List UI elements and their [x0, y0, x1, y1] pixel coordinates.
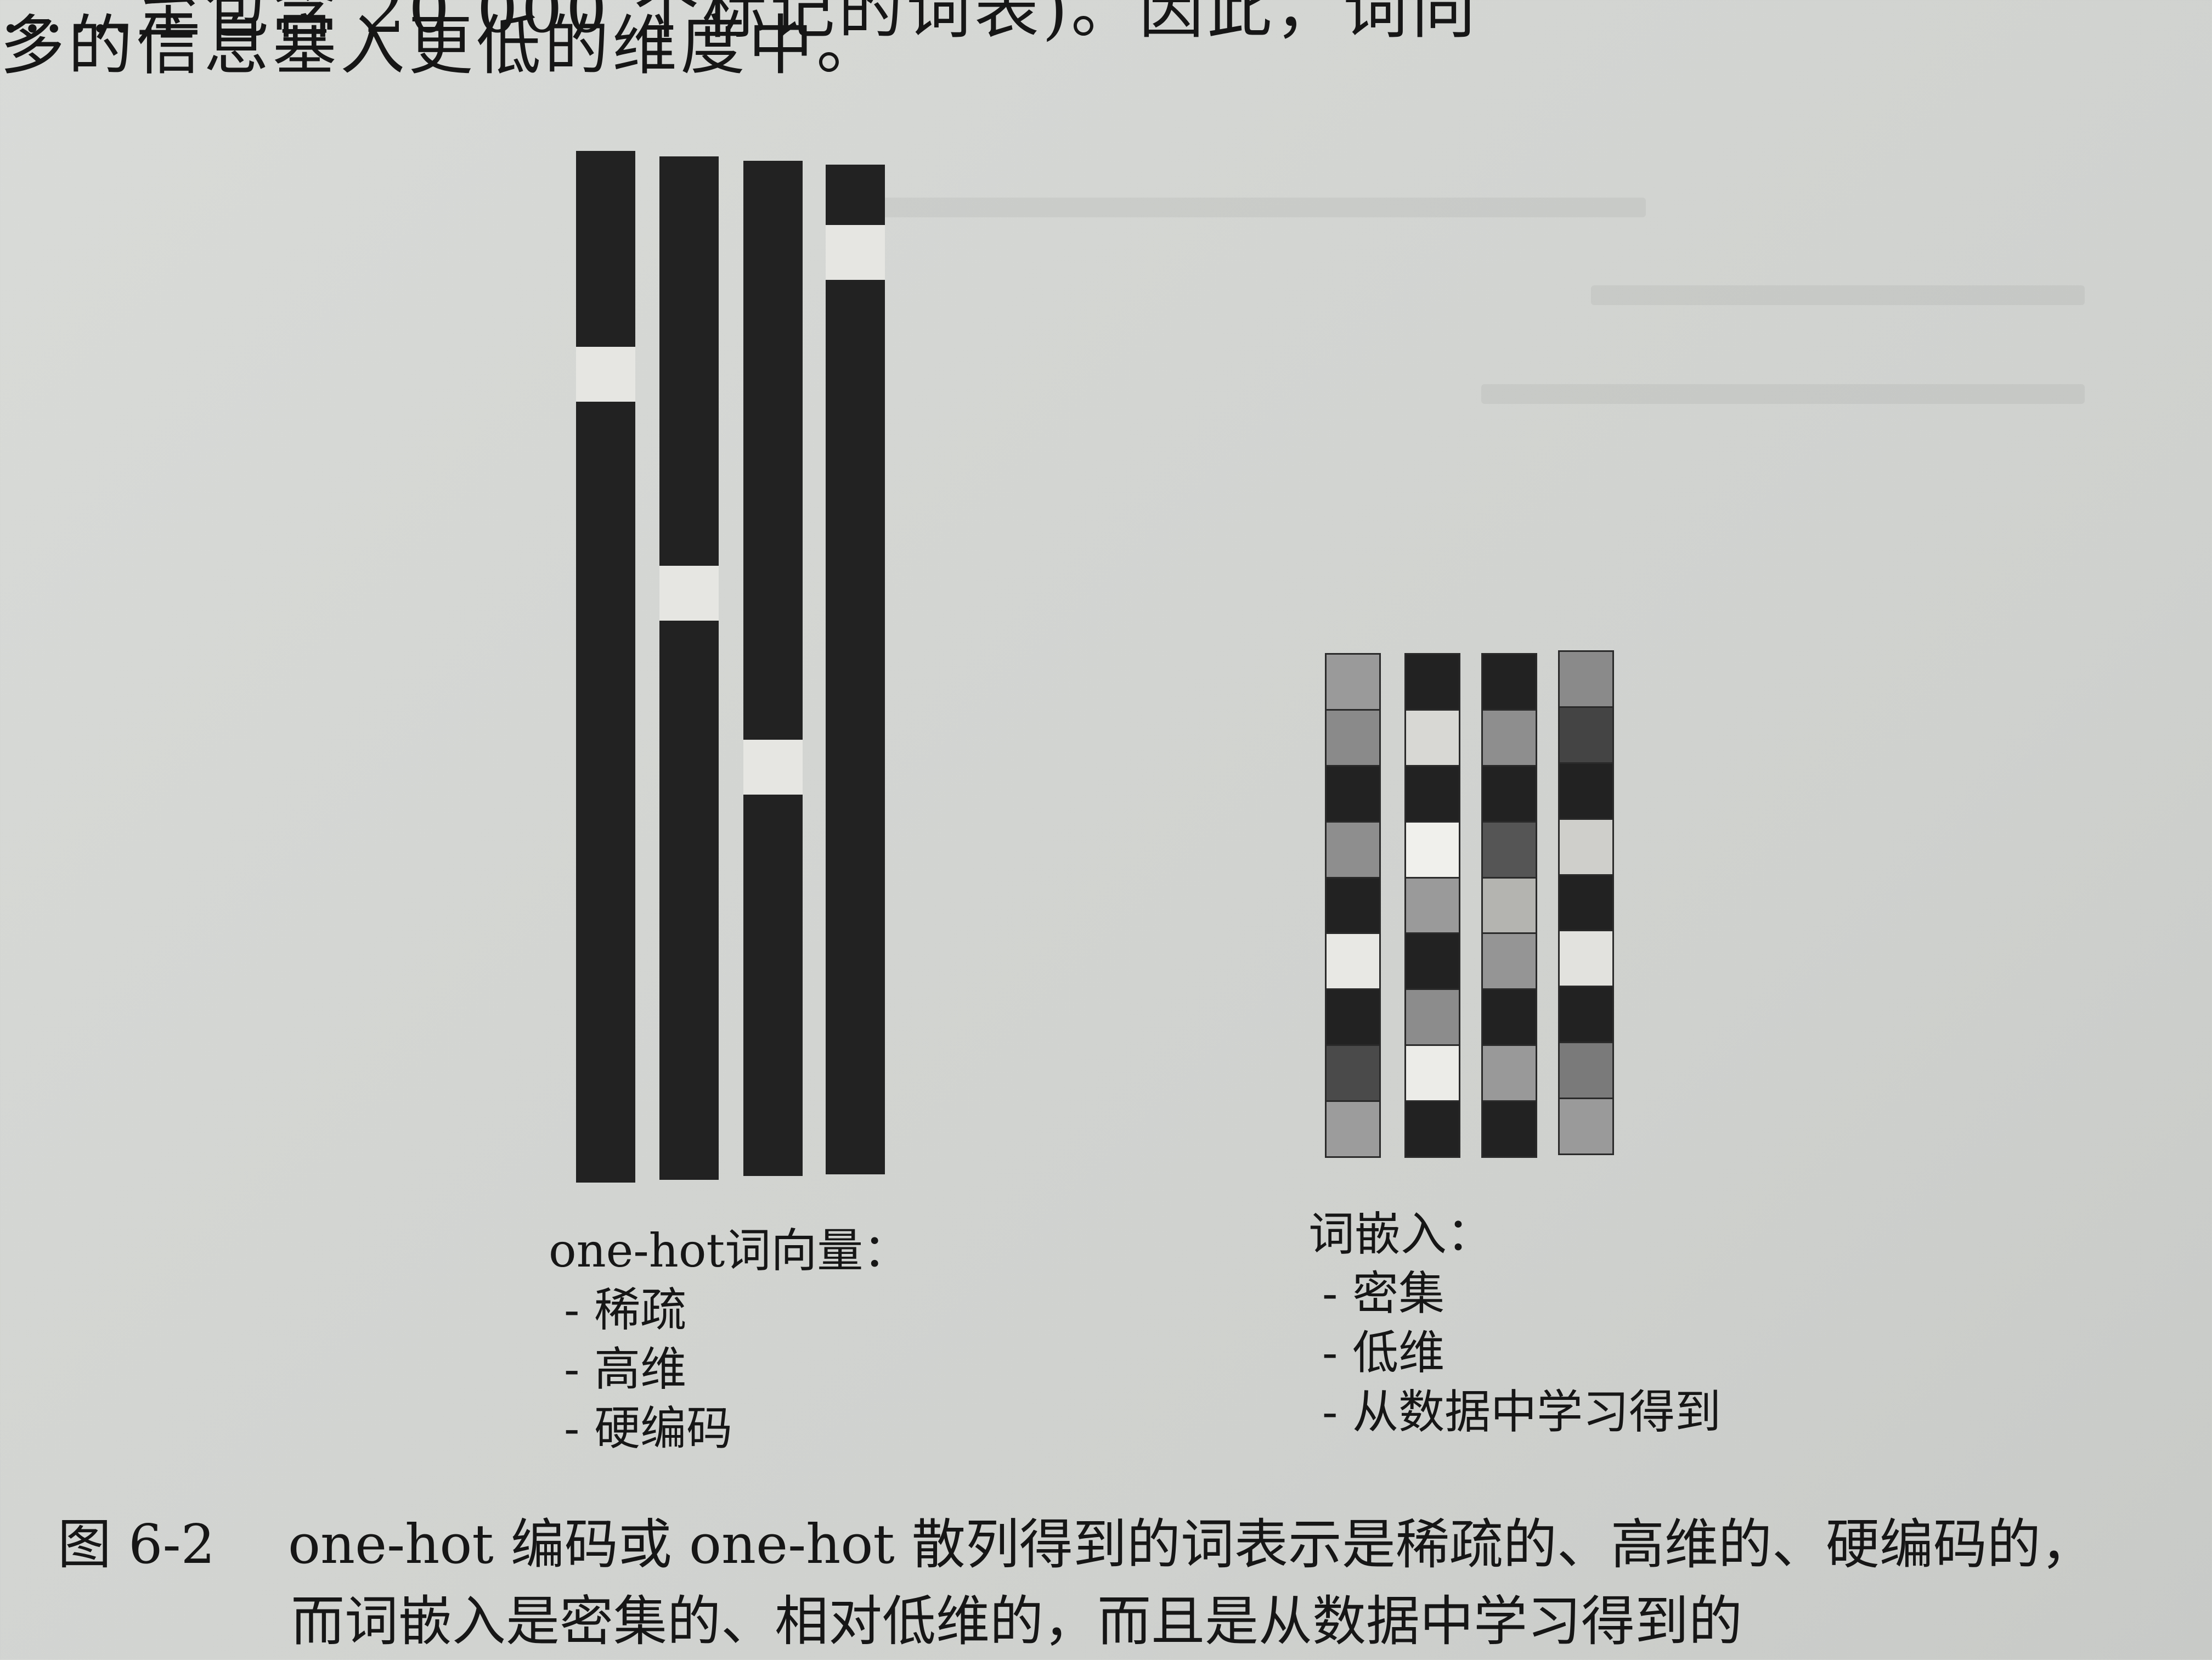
embedding-cell: [1560, 707, 1612, 764]
embedding-vector: [1404, 653, 1460, 1158]
embedding-cell: [1406, 822, 1459, 879]
embedding-label-item: - 从数据中学习得到: [1322, 1385, 1722, 1439]
embedding-label-title: 词嵌入：: [1308, 1207, 1493, 1261]
embedding-label-item: - 密集: [1322, 1267, 1445, 1320]
onehot-label-item: - 高维: [564, 1342, 687, 1396]
embedding-cell: [1483, 822, 1536, 879]
embedding-cell: [1483, 655, 1536, 711]
onehot-label-item: - 稀疏: [564, 1283, 687, 1337]
embedding-cell: [1406, 934, 1459, 991]
embedding-cell: [1327, 655, 1379, 711]
embedding-cell: [1560, 763, 1612, 820]
embedding-vectors-diagram: [1325, 650, 1638, 1158]
embedding-cell: [1406, 1046, 1459, 1102]
embedding-cell: [1483, 990, 1536, 1046]
embedding-cell: [1327, 934, 1379, 991]
embedding-cell: [1483, 766, 1536, 823]
onehot-hot-cell: [576, 347, 635, 402]
embedding-cell: [1483, 1046, 1536, 1102]
onehot-vectors-diagram: [576, 151, 894, 1183]
onehot-label-title: one-hot词向量：: [549, 1224, 910, 1278]
embedding-cell: [1327, 1046, 1379, 1102]
embedding-vector: [1558, 650, 1614, 1155]
embedding-cell: [1560, 931, 1612, 988]
onehot-vector: [659, 156, 719, 1180]
embedding-cell: [1327, 878, 1379, 935]
embedding-cell: [1560, 1099, 1612, 1154]
caption-line: 而词嵌入是密集的、相对低维的，而且是从数据中学习得到的: [291, 1590, 1743, 1653]
caption-line: one-hot 编码或 one-hot 散列得到的词表示是稀疏的、高维的、硬编码…: [288, 1513, 2095, 1576]
embedding-cell: [1483, 878, 1536, 935]
bleed-mark: [878, 198, 1646, 217]
embedding-cell: [1560, 875, 1612, 932]
onehot-hot-cell: [659, 566, 719, 621]
embedding-cell: [1406, 1102, 1459, 1157]
onehot-label-item: - 硬编码: [564, 1402, 733, 1455]
embedding-cell: [1483, 710, 1536, 767]
embedding-cell: [1560, 1043, 1612, 1100]
embedding-cell: [1327, 766, 1379, 823]
embedding-cell: [1327, 990, 1379, 1046]
embedding-cell: [1406, 878, 1459, 935]
embedding-cell: [1560, 652, 1612, 708]
embedding-cell: [1560, 819, 1612, 876]
embedding-label: 词嵌入： - 密集 - 低维 - 从数据中学习得到: [1308, 1205, 1721, 1442]
onehot-vector: [743, 161, 803, 1176]
embedding-cell: [1327, 710, 1379, 767]
figure-number: 图 6-2: [58, 1513, 215, 1576]
onehot-hot-cell: [826, 225, 885, 280]
body-text-line: 多的信息塞入更低的维度中。: [0, 8, 885, 83]
embedding-vector: [1481, 653, 1537, 1158]
embedding-cell: [1483, 934, 1536, 991]
bleed-mark: [1481, 384, 2085, 404]
bleed-mark: [1591, 285, 2085, 305]
embedding-cell: [1483, 1102, 1536, 1157]
onehot-vector: [576, 151, 635, 1183]
embedding-label-item: - 低维: [1322, 1326, 1445, 1380]
embedding-cell: [1406, 710, 1459, 767]
onehot-hot-cell: [743, 740, 803, 795]
onehot-vector: [826, 165, 885, 1174]
book-page: ……至包含 20 000 个标记的词表)。因此，词向 多的信息塞入更低的维度中。…: [0, 0, 2212, 1659]
embedding-cell: [1406, 766, 1459, 823]
embedding-cell: [1327, 822, 1379, 879]
onehot-label: one-hot词向量： - 稀疏 - 高维 - 硬编码: [549, 1221, 909, 1458]
embedding-vector: [1325, 653, 1381, 1158]
embedding-cell: [1406, 655, 1459, 711]
figure-caption: 图 6-2 one-hot 编码或 one-hot 散列得到的词表示是稀疏的、高维…: [58, 1506, 2095, 1660]
embedding-cell: [1406, 990, 1459, 1046]
embedding-cell: [1327, 1102, 1379, 1157]
embedding-cell: [1560, 987, 1612, 1044]
